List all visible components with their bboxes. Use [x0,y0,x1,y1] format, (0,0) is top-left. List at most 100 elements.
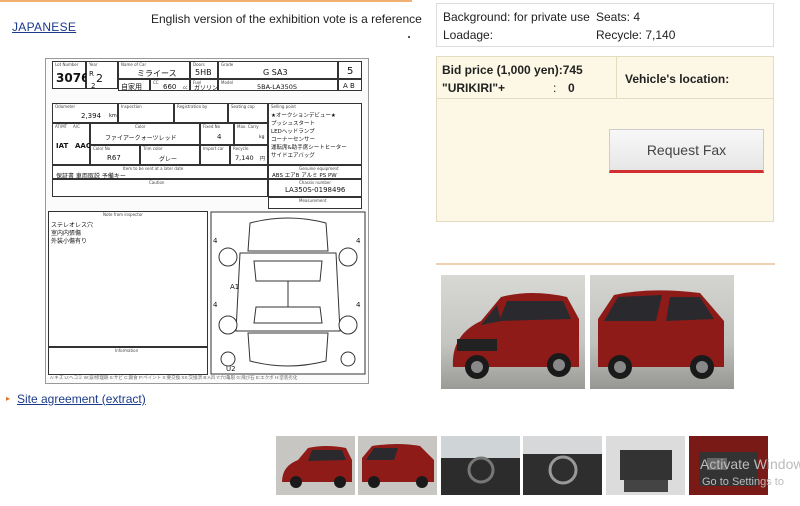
car-rear-illustration [598,290,724,379]
recycle-label: Recycle [233,146,249,151]
thumbnail-interior-front-image [441,436,520,495]
doors-label: Doors [193,62,205,67]
sheet-legend: A:キズ U:ヘコミ W:波/修理跡 S:サビ C:腐食 P:ペイント X:要交… [50,375,298,380]
transmission-cell: AT/MT A/C IAT AAC [52,123,91,165]
trim-color-label: Trim color [143,146,163,151]
bid-divider [436,98,774,99]
svg-text:4: 4 [213,301,218,309]
inspector-label: Note from inspector [103,212,143,217]
caution-cell: Caution [52,179,268,197]
bid-price: Bid price (1,000 yen):745 [442,63,583,77]
transmission-label: AT/MT [55,124,68,129]
color-no: R67 [107,154,121,162]
use-type: 自家用 [121,83,142,91]
later-items-cell: Item to be sent at a later date 保証書 車両取説… [52,165,268,180]
genuine-cell: Genuine equipment ABS エアB アルミ PS PW [268,165,362,179]
background-info: Background: for private use [443,10,590,24]
recycle-info: Recycle: 7,140 [596,28,676,42]
damage-mark: U2 [226,365,236,373]
odometer: 2,394 [81,112,102,120]
use-cell: 自家用 [118,79,150,91]
svg-text:4: 4 [213,237,218,245]
thumbnail-rear-image [362,444,434,488]
grade-cell: Grade G SA3 [218,61,338,79]
fuel: ガソリン [194,85,219,92]
chassis-label: Chassis number [299,180,332,185]
caution-label: Caution [149,180,165,185]
color-cell: Color ファイアークォーツレッド [90,123,200,145]
selling-point: コーナーセンサー [271,137,316,143]
chassis-number: LA350S-0198496 [285,186,346,194]
recycle-fee: 7,140 [235,154,254,162]
request-fax-button[interactable]: Request Fax [609,129,764,173]
car-name-cell: Name of Car ミライース [118,61,190,79]
max-carry-unit: kg [259,135,265,140]
recycle-unit: 円 [260,156,266,162]
cc-cell: CC 660 cc [150,79,190,91]
transmission: IAT [56,142,69,150]
car-damage-diagram: 4 4 4 4 A1 U2 [210,211,366,375]
activate-windows-watermark: Activate Windows [700,456,800,472]
model: 5BA-LA350S [257,83,297,91]
trim-color-cell: Trim color グレー [140,145,200,165]
grade-label: Grade [221,62,234,67]
thumbnail-rear-seats[interactable] [606,436,685,495]
fuel-cell: Fuel ガソリン [190,79,219,92]
cc: 660 [163,83,177,91]
color-label: Color [135,124,146,129]
measurement-cell: Measurement [268,197,362,209]
inspector-note: 外装小傷有り [51,238,88,245]
car-front-illustration [452,293,579,379]
later-items-label: Item to be sent at a later date [123,166,184,171]
import-car-label: Import car [203,146,224,151]
genuine-equipment: ABS エアB アルミ PS PW [272,173,337,179]
doors-cell: Doors 5HB [190,61,218,79]
car-front-photo[interactable] [441,275,585,389]
thumbnail-front-image [282,446,352,488]
thumbnail-interior-front[interactable] [441,436,520,495]
color: ファイアークォーツレッド [105,135,177,142]
inspection-label: Inspection [121,104,142,109]
seating-label: Seating cap [231,104,255,109]
odometer-cell: Odometer 2,394 km [52,103,118,123]
seating-cell: Seating cap [228,103,268,123]
bid-column-divider [616,56,617,98]
top-divider [0,0,412,2]
inspector-notes-cell: Note from inspector ステレオレス穴 室内内張傷 外装小傷有り [48,211,208,347]
model-label: Model [221,80,234,85]
thumbnail-front[interactable] [276,436,355,495]
bullet-arrow-icon: ▸ [6,394,11,403]
reference-note: English version of the exhibition vote i… [151,12,422,26]
selling-point: ★オークションデビュー★ [271,113,336,119]
chassis-cell: Chassis number LA350S-0198496 [268,179,362,197]
seats-info: Seats: 4 [596,10,641,24]
loadage-info: Loadage: [443,28,494,42]
thumbnail-dashboard-image [523,436,602,495]
fixed-no-label: Fixed No [203,124,221,129]
vehicle-location: Vehicle's location: [625,72,730,86]
color-no-cell: Color No R67 [90,145,140,165]
car-rear-photo[interactable] [590,275,734,389]
selling-point: LEDヘッドランプ [271,129,315,135]
interior-grade: A B [343,82,355,90]
urikiri-separator: : [553,81,557,95]
cc-unit: cc [183,85,188,90]
japanese-language-link[interactable]: JAPANESE [12,20,76,34]
auction-sheet-image: Lot Number 3076 Year R 2 2 Name of Car ミ… [45,58,369,384]
urikiri-label: "URIKIRI"+ [442,81,506,95]
fixed-no-cell: Fixed No 4 [200,123,234,145]
section-divider [436,263,775,265]
score: 5 [347,66,354,77]
thumbnail-rear[interactable] [358,436,437,495]
site-agreement-link[interactable]: Site agreement (extract) [17,392,146,406]
vehicle-info-box: Background: for private use Seats: 4 Loa… [436,3,774,47]
svg-text:4: 4 [356,237,361,245]
urikiri-value: 0 [568,81,575,95]
year-value: 2 [96,72,103,85]
thumbnail-dashboard[interactable] [523,436,602,495]
model-cell: Model 5BA-LA350S [218,79,338,91]
odometer-label: Odometer [55,104,76,109]
selling-point: 運転席&助手席シートヒーター [271,145,347,151]
lot-number: 3076 [56,71,90,85]
year-label: Year [89,62,98,67]
